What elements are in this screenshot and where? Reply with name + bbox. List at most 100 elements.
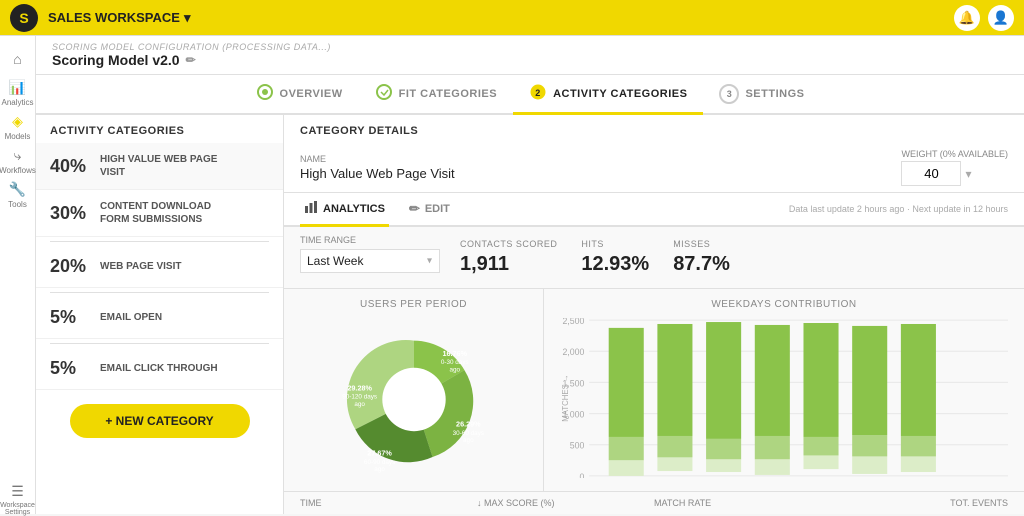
category-pct: 5%	[50, 307, 90, 328]
activity-categories-heading: ACTIVITY CATEGORIES	[36, 115, 283, 143]
svg-text:0-30 days: 0-30 days	[440, 359, 468, 366]
chevron-icon: ▾	[184, 10, 191, 26]
contacts-scored-value: 1,911	[460, 253, 557, 276]
analytics-tab-label: ANALYTICS	[323, 203, 385, 215]
category-name-row: NAME High Value Web Page Visit WEIGHT (0…	[284, 143, 1024, 193]
category-name: EMAIL CLICK THROUGH	[100, 362, 218, 375]
category-details-heading: CATEGORY DETAILS	[284, 115, 1024, 143]
match-rate-footer-label: MATCH RATE	[654, 498, 711, 508]
activity-tab-icon: 2	[529, 83, 547, 104]
tab-analytics[interactable]: ANALYTICS	[300, 193, 389, 227]
svg-text:ago: ago	[463, 437, 474, 444]
model-name: Scoring Model v2.0 ✏	[52, 52, 1008, 68]
weight-arrow-icon: ▾	[965, 167, 971, 181]
tab-overview[interactable]: OVERVIEW	[240, 75, 359, 115]
left-panel: ACTIVITY CATEGORIES 40% HIGH VALUE WEB P…	[36, 115, 284, 514]
svg-text:16.76%: 16.76%	[442, 349, 467, 358]
bar-chart-svg: 2,500 2,000 1,500 1,000 500 0 MATCHES →	[560, 318, 1008, 478]
footer-max-score: ↓ MAX SCORE (%)	[477, 498, 654, 508]
new-category-button[interactable]: + NEW CATEGORY	[70, 404, 250, 438]
svg-text:2: 2	[535, 88, 541, 98]
hits-label: HITS	[581, 239, 649, 249]
sidebar-item-workspace-settings[interactable]: ☰ WorkspaceSettings	[3, 484, 33, 514]
svg-text:500: 500	[570, 441, 585, 451]
footer-tot-events: TOT. EVENTS	[831, 498, 1008, 508]
name-field: NAME High Value Web Page Visit	[300, 154, 885, 181]
sidebar-item-tools[interactable]: 🔧 Tools	[3, 180, 33, 210]
svg-text:27.67%: 27.67%	[367, 449, 392, 458]
tab-fit-categories-label: FIT CATEGORIES	[399, 88, 497, 100]
misses-value: 87.7%	[673, 253, 730, 276]
chart-footer: TIME ↓ MAX SCORE (%) MATCH RATE TOT. EVE…	[284, 491, 1024, 514]
charts-area: USERS PER PERIOD	[284, 289, 1024, 491]
tab-settings[interactable]: 3 SETTINGS	[703, 76, 820, 115]
svg-text:2,500: 2,500	[562, 318, 584, 326]
svg-text:MATCHES →: MATCHES →	[561, 374, 570, 421]
category-pct: 20%	[50, 256, 90, 277]
workspace-name[interactable]: SALES WORKSPACE ▾	[48, 10, 190, 26]
tab-overview-label: OVERVIEW	[280, 88, 343, 100]
edit-tab-icon: ✏	[409, 201, 420, 217]
overview-tab-icon	[256, 83, 274, 104]
svg-text:90-120 days: 90-120 days	[342, 394, 377, 401]
donut-area: USERS PER PERIOD	[284, 289, 544, 491]
page-header: SCORING MODEL CONFIGURATION (Processing …	[36, 36, 1024, 75]
edit-model-icon[interactable]: ✏	[186, 53, 196, 67]
tab-fit-categories[interactable]: FIT CATEGORIES	[359, 75, 513, 115]
divider	[50, 343, 269, 344]
time-range-block: TIME RANGE Last Week Last Month Last Qua…	[300, 235, 460, 273]
main-layout: ⌂ 📊 Analytics ◈ Models ⤷ Workflows 🔧 Too…	[0, 36, 1024, 514]
category-name: WEB PAGE VISIT	[100, 260, 182, 273]
weight-input[interactable]	[901, 161, 961, 186]
category-item-high-value[interactable]: 40% HIGH VALUE WEB PAGEVISIT	[36, 143, 283, 190]
bar-chart-title: WEEKDAYS CONTRIBUTION	[560, 299, 1008, 310]
tab-edit[interactable]: ✏ EDIT	[405, 194, 454, 227]
topbar-icons: 🔔 👤	[954, 5, 1014, 31]
weight-label: WEIGHT (0% AVAILABLE)	[901, 149, 1008, 159]
user-avatar[interactable]: 👤	[988, 5, 1014, 31]
tab-settings-label: SETTINGS	[745, 88, 804, 100]
weight-field: WEIGHT (0% AVAILABLE) ▾	[901, 149, 1008, 186]
models-icon: ◈	[12, 113, 23, 130]
tot-events-footer-label: TOT. EVENTS	[950, 498, 1008, 508]
hits-block: HITS 12.93%	[581, 235, 673, 280]
category-item-content-download[interactable]: 30% CONTENT DOWNLOADFORM SUBMISSIONS	[36, 190, 283, 237]
name-value: High Value Web Page Visit	[300, 166, 885, 181]
category-item-email-open[interactable]: 5% EMAIL OPEN	[36, 297, 283, 339]
svg-text:ago: ago	[354, 401, 365, 408]
time-range-select[interactable]: Last Week Last Month Last Quarter	[300, 249, 440, 273]
svg-text:30-60 days: 30-60 days	[452, 430, 483, 437]
category-name: CONTENT DOWNLOADFORM SUBMISSIONS	[100, 200, 211, 226]
detail-tabs: ANALYTICS ✏ EDIT Data last update 2 hour…	[284, 193, 1024, 227]
scoring-config-label: SCORING MODEL CONFIGURATION (Processing …	[52, 42, 1008, 52]
page-nav-tabs: OVERVIEW FIT CATEGORIES 2 ACTIVITY CATEG…	[36, 75, 1024, 115]
sidebar-item-home[interactable]: ⌂	[3, 44, 33, 74]
sidebar-item-workflows[interactable]: ⤷ Workflows	[3, 146, 33, 176]
category-item-webpage-visit[interactable]: 20% WEB PAGE VISIT	[36, 246, 283, 288]
category-pct: 30%	[50, 203, 90, 224]
topbar: S SALES WORKSPACE ▾ 🔔 👤	[0, 0, 1024, 36]
name-label: NAME	[300, 154, 885, 164]
contacts-scored-block: CONTACTS SCORED 1,911	[460, 235, 581, 280]
svg-text:0: 0	[579, 472, 584, 478]
divider	[50, 292, 269, 293]
donut-chart-title: USERS PER PERIOD	[360, 299, 467, 310]
sidebar-item-analytics[interactable]: 📊 Analytics	[3, 78, 33, 108]
hits-value: 12.93%	[581, 253, 649, 276]
sidebar-nav: ⌂ 📊 Analytics ◈ Models ⤷ Workflows 🔧 Too…	[0, 36, 36, 514]
settings-tab-circle: 3	[719, 84, 739, 104]
category-name: HIGH VALUE WEB PAGEVISIT	[100, 153, 217, 179]
svg-text:ago: ago	[374, 466, 385, 473]
category-pct: 5%	[50, 358, 90, 379]
sidebar-item-models[interactable]: ◈ Models	[3, 112, 33, 142]
bell-icon[interactable]: 🔔	[954, 5, 980, 31]
svg-text:2,000: 2,000	[562, 347, 584, 357]
tools-icon: 🔧	[9, 181, 26, 198]
time-footer-label: TIME	[300, 498, 322, 508]
home-icon: ⌂	[13, 51, 21, 67]
category-item-email-click[interactable]: 5% EMAIL CLICK THROUGH	[36, 348, 283, 390]
category-name: EMAIL OPEN	[100, 311, 162, 324]
tab-activity-categories[interactable]: 2 ACTIVITY CATEGORIES	[513, 75, 703, 115]
svg-text:26.29%: 26.29%	[456, 420, 481, 429]
category-pct: 40%	[50, 156, 90, 177]
